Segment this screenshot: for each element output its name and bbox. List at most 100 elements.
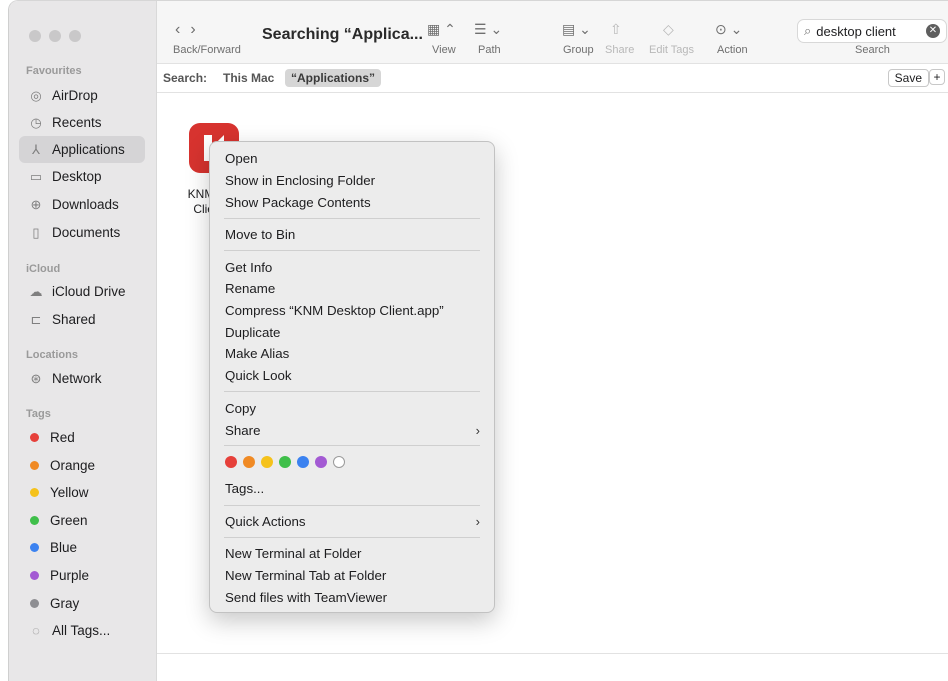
sidebar-tag-yellow[interactable]: Yellow: [19, 479, 145, 506]
menu-rename[interactable]: Rename: [225, 281, 275, 296]
menu-separator: [224, 537, 480, 538]
finder-window: Favourites ◎ AirDrop ◷ Recents ⅄ Applicatio…: [8, 0, 948, 681]
menu-tag-colors: [225, 456, 345, 468]
zoom-window-button[interactable]: [69, 30, 81, 42]
globe-icon: ⊛: [30, 370, 42, 386]
sidebar-item-shared[interactable]: ⊏ Shared: [19, 306, 145, 333]
shared-folder-icon: ⊏: [30, 311, 42, 327]
sidebar: Favourites ◎ AirDrop ◷ Recents ⅄ Applicatio…: [9, 1, 157, 681]
scope-this-mac[interactable]: This Mac: [223, 71, 274, 85]
menu-new-terminal[interactable]: New Terminal at Folder: [225, 546, 361, 561]
menu-separator: [224, 218, 480, 219]
sidebar-section-locations: Locations: [26, 349, 78, 361]
green-tag-dot: [30, 516, 39, 525]
tag-blue-dot[interactable]: [297, 456, 309, 468]
menu-copy[interactable]: Copy: [225, 401, 256, 416]
sidebar-tag-gray[interactable]: Gray: [19, 590, 145, 617]
applications-icon: ⅄: [32, 141, 40, 157]
search-input[interactable]: desktop client: [816, 24, 896, 39]
cloud-icon: ☁: [29, 283, 43, 299]
search-field[interactable]: ⌕ desktop client ✕: [797, 19, 947, 43]
sidebar-item-desktop[interactable]: ▭ Desktop: [19, 163, 145, 190]
tag-purple-dot[interactable]: [315, 456, 327, 468]
menu-move-to-bin[interactable]: Move to Bin: [225, 227, 295, 242]
download-icon: ⊕: [30, 196, 42, 212]
menu-tags[interactable]: Tags...: [225, 481, 264, 496]
tag-yellow-dot[interactable]: [261, 456, 273, 468]
orange-tag-dot: [30, 461, 39, 470]
sidebar-item-applications[interactable]: ⅄ Applications: [19, 136, 145, 163]
sidebar-item-network[interactable]: ⊛ Network: [19, 365, 145, 392]
chevron-left-icon[interactable]: ‹: [175, 21, 190, 38]
tag-green-dot[interactable]: [279, 456, 291, 468]
save-search-button[interactable]: Save: [887, 69, 929, 87]
menu-separator: [224, 391, 480, 392]
sidebar-section-icloud: iCloud: [26, 263, 61, 275]
tag-none-dot[interactable]: [333, 456, 345, 468]
sidebar-tag-blue[interactable]: Blue: [19, 534, 145, 561]
sidebar-section-tags: Tags: [26, 408, 51, 420]
red-tag-dot: [30, 433, 39, 442]
sidebar-tag-orange[interactable]: Orange: [19, 452, 145, 479]
sidebar-item-recents[interactable]: ◷ Recents: [19, 109, 145, 136]
clear-search-icon[interactable]: ✕: [926, 24, 940, 38]
sidebar-all-tags[interactable]: ◌ All Tags...: [19, 617, 145, 644]
chevron-right-icon: ›: [475, 423, 480, 438]
sidebar-item-downloads[interactable]: ⊕ Downloads: [19, 191, 145, 218]
action-icon[interactable]: ⊙ ⌄: [715, 21, 742, 38]
minimize-window-button[interactable]: [49, 30, 61, 42]
close-window-button[interactable]: [29, 30, 41, 42]
sidebar-tag-purple[interactable]: Purple: [19, 562, 145, 589]
search-scope-label: Search:: [163, 71, 208, 85]
sidebar-tag-red[interactable]: Red: [19, 424, 145, 451]
menu-separator: [224, 250, 480, 251]
menu-separator: [224, 505, 480, 506]
group-icon[interactable]: ▤ ⌄: [562, 21, 591, 38]
menu-make-alias[interactable]: Make Alias: [225, 346, 289, 361]
search-label: Search: [855, 44, 890, 56]
menu-show-enclosing-folder[interactable]: Show in Enclosing Folder: [225, 173, 375, 188]
search-scope-bar: Search: This Mac “Applications” Save +: [157, 63, 948, 93]
menu-send-teamviewer[interactable]: Send files with TeamViewer: [225, 590, 387, 605]
tag-icon[interactable]: ◇: [663, 21, 674, 38]
share-icon[interactable]: ⇧: [610, 21, 622, 38]
sidebar-item-airdrop[interactable]: ◎ AirDrop: [19, 82, 145, 109]
add-criteria-button[interactable]: +: [929, 69, 945, 85]
tag-red-dot[interactable]: [225, 456, 237, 468]
chevron-right-icon: ›: [475, 514, 480, 529]
group-label: Group: [563, 44, 594, 56]
sidebar-item-documents[interactable]: ▯ Documents: [19, 219, 145, 246]
view-icon[interactable]: ▦ ⌃: [427, 21, 456, 38]
scope-applications[interactable]: “Applications”: [285, 69, 382, 87]
sidebar-tag-green[interactable]: Green: [19, 507, 145, 534]
yellow-tag-dot: [30, 488, 39, 497]
menu-get-info[interactable]: Get Info: [225, 260, 272, 275]
menu-quick-actions[interactable]: Quick Actions: [225, 514, 306, 529]
airdrop-icon: ◎: [30, 87, 42, 103]
desktop-icon: ▭: [29, 168, 43, 184]
view-label: View: [432, 44, 456, 56]
menu-share[interactable]: Share: [225, 423, 260, 438]
toolbar: ‹› Back/Forward Searching “Applica... ▦ …: [157, 1, 948, 63]
menu-new-terminal-tab[interactable]: New Terminal Tab at Folder: [225, 568, 386, 583]
menu-separator: [224, 445, 480, 446]
menu-compress[interactable]: Compress “KNM Desktop Client.app”: [225, 303, 444, 318]
search-icon: ⌕: [804, 23, 812, 38]
path-label: Path: [478, 44, 501, 56]
tags-icon: ◌: [32, 623, 40, 638]
path-icon[interactable]: ☰ ⌄: [474, 21, 502, 38]
chevron-right-icon[interactable]: ›: [190, 21, 205, 38]
menu-open[interactable]: Open: [225, 151, 258, 166]
back-forward-label: Back/Forward: [173, 44, 241, 56]
back-forward-buttons[interactable]: ‹›: [175, 21, 206, 39]
edit-tags-label: Edit Tags: [649, 44, 695, 56]
tag-orange-dot[interactable]: [243, 456, 255, 468]
gray-tag-dot: [30, 599, 39, 608]
clock-icon: ◷: [30, 114, 42, 130]
status-divider: [157, 653, 948, 654]
menu-show-package-contents[interactable]: Show Package Contents: [225, 195, 371, 210]
menu-duplicate[interactable]: Duplicate: [225, 325, 280, 340]
sidebar-section-favourites: Favourites: [26, 65, 82, 77]
menu-quick-look[interactable]: Quick Look: [225, 368, 292, 383]
sidebar-item-icloud-drive[interactable]: ☁ iCloud Drive: [19, 278, 145, 305]
